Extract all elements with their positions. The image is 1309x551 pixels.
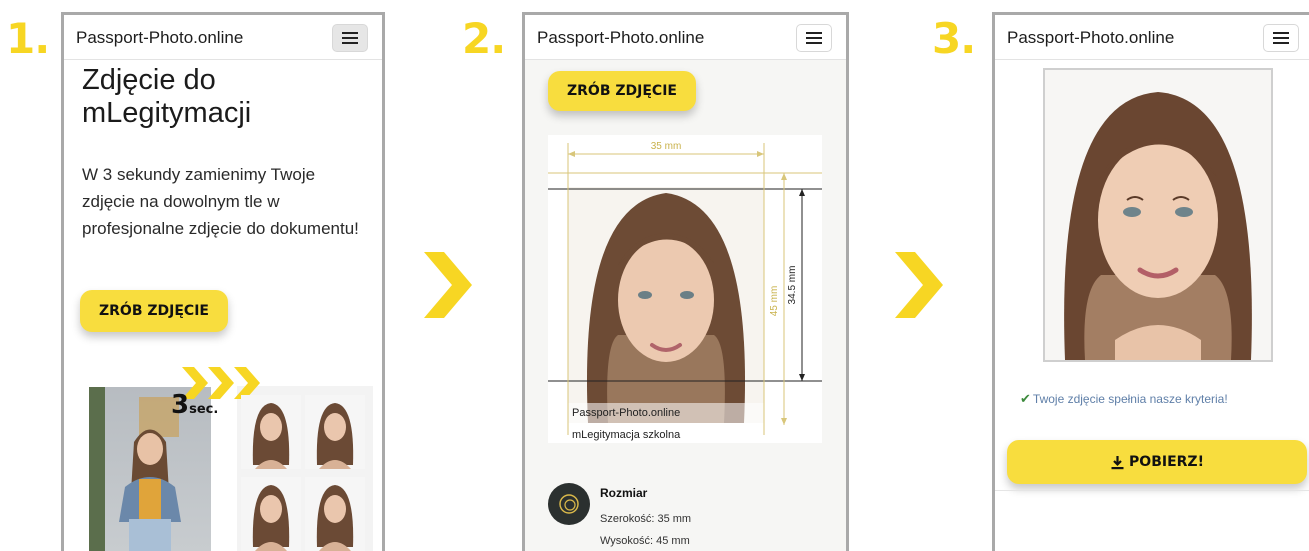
result-thumbnail: [241, 477, 301, 551]
passport-photo-result: [1043, 68, 1273, 362]
three-seconds-badge: 3sec.: [171, 390, 219, 420]
brand-logo[interactable]: Passport-Photo.online: [76, 28, 243, 48]
size-icon: [548, 483, 590, 525]
top-bar: Passport-Photo.online: [995, 15, 1309, 60]
chevron-right-icon: [895, 252, 943, 318]
success-message: ✔ Twoje zdjęcie spełnia nasze kryteria!: [1020, 391, 1228, 406]
take-photo-button[interactable]: ZRÓB ZDJĘCIE: [80, 290, 228, 332]
top-bar: Passport-Photo.online: [525, 15, 846, 60]
step-number-2: 2.: [462, 14, 506, 63]
phone-screen-step-2: Passport-Photo.online ZRÓB ZDJĘCIE 35 mm…: [522, 12, 849, 551]
check-icon: ✔: [1020, 391, 1031, 406]
width-dimension-label: 35 mm: [651, 141, 682, 152]
face-dimension-label: 34.5 mm: [787, 266, 798, 305]
width-spec: Szerokość: 35 mm: [600, 513, 692, 525]
step-number-1: 1.: [6, 14, 50, 63]
phone-screen-step-1: Passport-Photo.online Zdjęcie do mLegity…: [61, 12, 385, 551]
height-dimension-label: 45 mm: [769, 286, 780, 317]
result-thumbnail: [241, 395, 301, 469]
phone-screen-step-3: Passport-Photo.online ✔ Twoje zdjęcie spe…: [992, 12, 1309, 551]
photo-spec-diagram: 35 mm 45 mm 34.5 mm Passport-Photo.onlin…: [548, 135, 822, 443]
size-title: Rozmiar: [600, 486, 648, 500]
spec-caption-brand: Passport-Photo.online: [572, 407, 681, 419]
hamburger-icon[interactable]: [332, 24, 368, 52]
height-spec: Wysokość: 45 mm: [600, 535, 690, 547]
divider: [995, 490, 1309, 491]
step-number-3: 3.: [932, 14, 976, 63]
chevron-right-icon: [424, 252, 472, 318]
hamburger-icon[interactable]: [796, 24, 832, 52]
brand-logo[interactable]: Passport-Photo.online: [1007, 28, 1174, 48]
download-icon: [1111, 455, 1124, 469]
spec-caption-document: mLegitymacja szkolna: [572, 429, 681, 441]
lead-text: W 3 sekundy zamienimy Twoje zdjęcie na d…: [82, 165, 359, 238]
result-thumbnail: [305, 395, 365, 469]
hamburger-icon[interactable]: [1263, 24, 1299, 52]
brand-logo[interactable]: Passport-Photo.online: [537, 28, 704, 48]
take-photo-button[interactable]: ZRÓB ZDJĘCIE: [548, 71, 696, 111]
download-button[interactable]: POBIERZ!: [1007, 440, 1307, 484]
download-label: POBIERZ!: [1129, 454, 1204, 470]
page-title: Zdjęcie do mLegitymacji: [82, 64, 252, 129]
result-thumbnail: [305, 477, 365, 551]
top-bar: Passport-Photo.online: [64, 15, 382, 60]
